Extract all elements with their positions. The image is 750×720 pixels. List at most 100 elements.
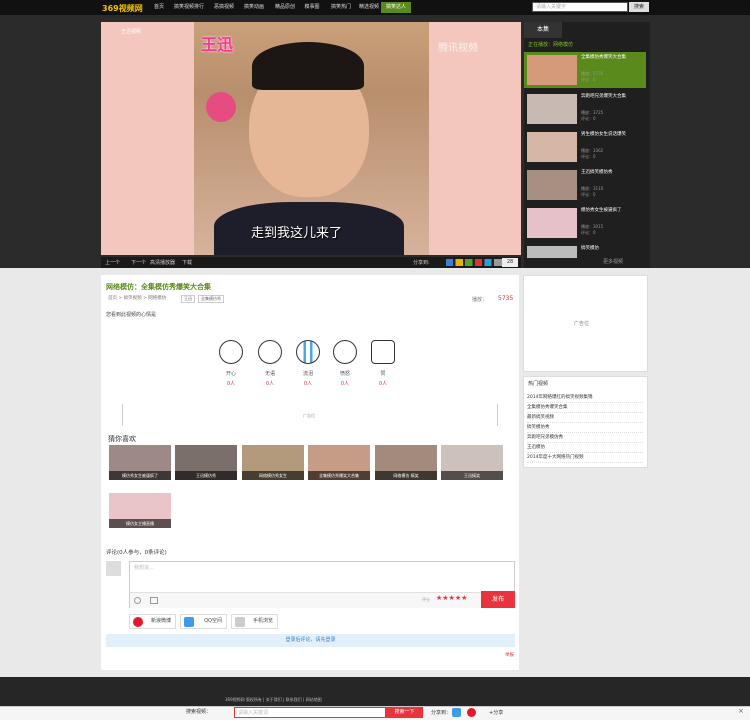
mood-label: 愤怒 bbox=[339, 371, 350, 377]
playlist-thumbnail[interactable] bbox=[527, 208, 577, 238]
hot-video-link[interactable]: 全集模仿秀爆笑合集 bbox=[527, 404, 643, 413]
share-count: 28 bbox=[502, 258, 518, 267]
report-link[interactable]: 举报 bbox=[505, 652, 514, 658]
bottom-share-button[interactable]: +分享 bbox=[489, 709, 503, 716]
playlist-item-title[interactable]: 全集模仿秀爆笑大合集 bbox=[581, 55, 644, 61]
playlist-item-comments: 评论：0 bbox=[581, 154, 596, 159]
nav-item-active[interactable]: 搞笑达人 bbox=[381, 2, 411, 13]
video-player[interactable]: 王迅视频 王迅 腾讯视频 走到我这儿来了 bbox=[101, 22, 521, 255]
rating-stars[interactable]: ★★★★★ bbox=[436, 594, 467, 602]
ad-label: 广告位 bbox=[303, 413, 315, 418]
share-qzone-button[interactable]: QQ空间 bbox=[180, 614, 227, 629]
avatar bbox=[106, 561, 121, 576]
mood-count: 0人 bbox=[340, 381, 350, 387]
video-title: 网络模仿：全集模仿秀爆笑大合集 bbox=[106, 283, 211, 291]
search-input[interactable]: 请输入关键字 bbox=[532, 2, 628, 12]
hot-video-link[interactable]: 2014年度十大网络热门视频 bbox=[527, 454, 643, 463]
weibo-icon[interactable] bbox=[467, 708, 476, 717]
recommend-item[interactable]: 网络模仿 搞笑 bbox=[375, 445, 437, 480]
recommend-item[interactable]: 王迅模仿秀 bbox=[175, 445, 237, 480]
bottom-search-input[interactable]: 请输入关键词 bbox=[234, 707, 386, 718]
playlist-item[interactable]: 搞笑模仿 bbox=[524, 243, 646, 258]
bottom-search-button[interactable]: 搜索一下 bbox=[386, 707, 423, 718]
nav-item[interactable]: 恶搞视频 bbox=[213, 2, 235, 13]
playlist-item-title[interactable]: 男生模仿女生说话爆笑 bbox=[581, 132, 644, 138]
playlist-thumbnail[interactable] bbox=[527, 170, 577, 200]
playlist-item[interactable]: 模仿秀女生被逼疯了 播放：3015 评论：0 bbox=[524, 205, 646, 241]
nav-item[interactable]: 首页 bbox=[152, 2, 166, 13]
playlist-thumbnail[interactable] bbox=[527, 132, 577, 162]
qzone-icon[interactable] bbox=[452, 708, 461, 717]
recommend-title-label[interactable]: 模仿秀女生被逼疯了 bbox=[109, 471, 171, 480]
thumbs-up-icon[interactable] bbox=[371, 340, 395, 364]
playlist-item[interactable]: 全集模仿秀爆笑大合集 播放：5735 评论：0 bbox=[524, 52, 646, 88]
recommend-item[interactable]: 模仿秀女生被逼疯了 bbox=[109, 445, 171, 480]
playlist-item-title[interactable]: 奔跑吧兄弟爆笑大合集 bbox=[581, 94, 644, 100]
recommend-title-label[interactable]: 王迅模仿秀 bbox=[175, 471, 237, 480]
playlist-item-title[interactable]: 王迅搞笑模仿秀 bbox=[581, 170, 644, 176]
prev-button[interactable]: 上一个 bbox=[105, 259, 120, 266]
playlist-item-title[interactable]: 模仿秀女生被逼疯了 bbox=[581, 208, 644, 214]
next-button[interactable]: 下一个 bbox=[131, 259, 146, 266]
playlist-item-comments: 评论：0 bbox=[581, 116, 596, 121]
share-mobile-button[interactable]: 手机浏览 bbox=[231, 614, 278, 629]
recommend-item[interactable]: 全集模仿秀爆笑大合集 bbox=[308, 445, 370, 480]
crying-face-icon[interactable] bbox=[296, 340, 320, 364]
recommend-title-label[interactable]: 王迅搞笑 bbox=[441, 471, 503, 480]
recommend-item[interactable]: 模仿女主播直播 bbox=[109, 493, 171, 528]
mood-label: 赞 bbox=[380, 371, 386, 377]
breadcrumb[interactable]: 首页 > 搞笑视频 > 网络模仿 bbox=[108, 295, 166, 301]
comment-placeholder: 我想说... bbox=[134, 565, 154, 571]
playlist-thumbnail[interactable] bbox=[527, 55, 577, 85]
playlist-item-comments: 评论：0 bbox=[581, 230, 596, 235]
search-button[interactable]: 搜索 bbox=[629, 2, 649, 12]
playlist-item-title[interactable]: 搞笑模仿 bbox=[581, 246, 644, 252]
tag[interactable]: 王迅 bbox=[181, 295, 195, 303]
playlist-thumbnail[interactable] bbox=[527, 246, 577, 258]
nav-item[interactable]: 精选视频 bbox=[357, 2, 381, 13]
nav-item[interactable]: 精品原创 bbox=[272, 2, 298, 13]
close-icon[interactable]: × bbox=[738, 707, 744, 715]
emoji-icon[interactable] bbox=[134, 597, 141, 604]
nav-item[interactable]: 搞笑热门 bbox=[328, 2, 354, 13]
mood-label: 流泪 bbox=[302, 371, 313, 377]
hot-video-link[interactable]: 王迅模仿 bbox=[527, 444, 643, 453]
nav-item[interactable]: 搞笑视频排行 bbox=[170, 2, 208, 13]
recommend-item[interactable]: 网络模仿秀女生 bbox=[242, 445, 304, 480]
share-icons[interactable] bbox=[446, 259, 506, 266]
recommend-title-label[interactable]: 全集模仿秀爆笑大合集 bbox=[308, 471, 370, 480]
mood-count: 0人 bbox=[265, 381, 275, 387]
mood-count: 0人 bbox=[226, 381, 236, 387]
recommend-title-label[interactable]: 网络模仿秀女生 bbox=[242, 471, 304, 480]
more-videos-link[interactable]: 更多视频 bbox=[603, 258, 623, 265]
laugh-face-icon[interactable] bbox=[219, 340, 243, 364]
now-playing-title: 正在播放：网络模仿 bbox=[528, 42, 574, 48]
angry-face-icon[interactable] bbox=[333, 340, 357, 364]
playlist-thumbnail[interactable] bbox=[527, 94, 577, 124]
speechless-face-icon[interactable] bbox=[258, 340, 282, 364]
nav-item[interactable]: 搞笑动画 bbox=[240, 2, 268, 13]
video-frame[interactable] bbox=[194, 22, 429, 255]
hot-video-link[interactable]: 2014年网络爆红的搞笑视频集锦 bbox=[527, 394, 643, 403]
publish-button[interactable]: 发布 bbox=[481, 591, 515, 608]
hd-player-button[interactable]: 高清播放器 bbox=[150, 259, 175, 266]
tag[interactable]: 全集模仿秀 bbox=[198, 295, 224, 303]
download-button[interactable]: 下载 bbox=[182, 259, 192, 266]
login-prompt[interactable]: 登录后评论，请先登录 bbox=[106, 634, 515, 647]
recommend-title-label[interactable]: 模仿女主播直播 bbox=[109, 519, 171, 528]
nav-item[interactable]: 糗事图 bbox=[301, 2, 323, 13]
playlist-item[interactable]: 男生模仿女生说话爆笑 播放：3362 评论：0 bbox=[524, 129, 646, 165]
playlist-item[interactable]: 王迅搞笑模仿秀 播放：3110 评论：0 bbox=[524, 167, 646, 203]
hot-video-link[interactable]: 奔跑吧兄弟模仿秀 bbox=[527, 434, 643, 443]
site-logo[interactable]: 369视频网 bbox=[102, 3, 143, 14]
tab-episodes[interactable]: 本集 bbox=[524, 22, 562, 38]
recommend-item[interactable]: 王迅搞笑 bbox=[441, 445, 503, 480]
playlist-item[interactable]: 奔跑吧兄弟爆笑大合集 播放：3725 评论：0 bbox=[524, 91, 646, 127]
mood-label: 开心 bbox=[225, 371, 236, 377]
hot-video-link[interactable]: 搞笑模仿秀 bbox=[527, 424, 643, 433]
recommend-title-label[interactable]: 网络模仿 搞笑 bbox=[375, 471, 437, 480]
share-weibo-button[interactable]: 新浪微博 bbox=[129, 614, 176, 629]
qzone-icon bbox=[184, 617, 194, 627]
image-icon[interactable] bbox=[150, 597, 158, 604]
hot-video-link[interactable]: 最新搞笑视频 bbox=[527, 414, 643, 423]
